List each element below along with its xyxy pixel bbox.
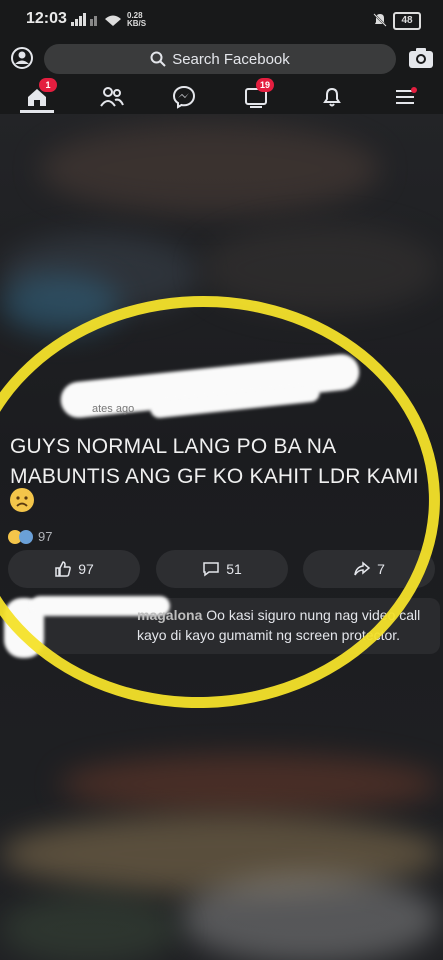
top-header: Search Facebook 1 19: [0, 40, 443, 114]
hamburger-menu-icon: [396, 87, 417, 104]
home-badge: 1: [39, 78, 57, 92]
tab-notifications[interactable]: [312, 80, 352, 114]
tab-bar: 1 19: [0, 78, 443, 114]
blur-shape: [60, 754, 440, 814]
clock: 12:03: [26, 10, 67, 27]
active-tab-indicator: [20, 110, 54, 113]
bell-icon: [323, 87, 341, 107]
search-icon: [150, 51, 166, 67]
search-placeholder: Search Facebook: [172, 50, 290, 68]
tab-watch[interactable]: 19: [236, 78, 276, 114]
profile-icon[interactable]: [10, 46, 34, 75]
watch-badge: 19: [256, 78, 274, 92]
friends-icon: [100, 87, 124, 107]
blur-shape: [180, 874, 440, 960]
net-speed: 0.28 KB/S: [127, 12, 146, 28]
tab-messenger[interactable]: [164, 80, 204, 114]
mute-bell-icon: [372, 12, 388, 33]
tab-menu[interactable]: [385, 80, 425, 114]
camera-icon[interactable]: [408, 46, 434, 75]
battery-indicator: 48: [393, 12, 421, 30]
search-bar[interactable]: Search Facebook: [44, 44, 396, 74]
blur-shape: [0, 894, 180, 960]
signal-icon: [71, 13, 125, 32]
blur-shape: [40, 124, 380, 214]
net-speed-unit: KB/S: [127, 19, 147, 28]
status-bar: 12:03 0.28 KB/S 48: [0, 0, 443, 40]
tab-home[interactable]: 1: [17, 78, 57, 114]
messenger-icon: [172, 85, 196, 109]
tab-friends[interactable]: [92, 80, 132, 114]
